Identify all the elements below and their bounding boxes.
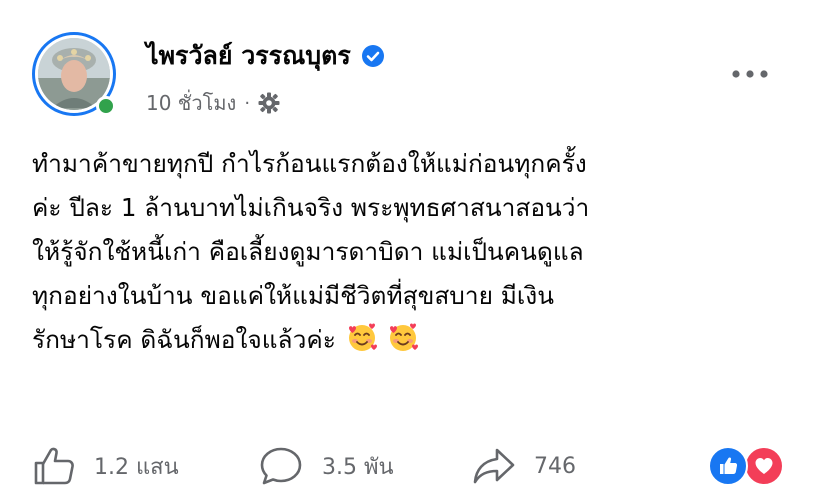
share-count: 746: [534, 453, 576, 479]
comment-button[interactable]: 3.5 พัน: [258, 438, 394, 494]
comment-count: 3.5 พัน: [322, 454, 394, 480]
reaction-summary[interactable]: [708, 446, 798, 486]
post-text-line: ทำมาค้าขายทุกปี กำไรก้อนแรกต้องให้แม่ก่อ…: [32, 149, 587, 178]
like-count: 1.2 แสน: [94, 454, 179, 480]
more-options-button[interactable]: [728, 58, 772, 90]
love-reaction-icon: [744, 446, 784, 486]
post-text-line: ค่ะ ปีละ 1 ล้านบาทไม่เกินจริง พระพุทธศาส…: [32, 193, 590, 222]
like-button[interactable]: 1.2 แสน: [32, 438, 179, 494]
online-status-dot: [96, 96, 116, 116]
post-card: ไพรวัลย์ วรรณบุตร 10 ชั่วโมง · ทำมาค้าขา…: [0, 0, 820, 504]
share-arrow-icon: [473, 448, 515, 484]
author-name[interactable]: ไพรวัลย์ วรรณบุตร: [146, 36, 351, 76]
post-text-line: ทุกอย่างในบ้าน ขอแค่ให้แม่มีชีวิตที่สุขส…: [32, 281, 554, 310]
author-avatar[interactable]: [32, 32, 124, 124]
post-text-line-last: รักษาโรค ดิฉันก็พอใจแล้วค่ะ: [32, 318, 802, 362]
share-button[interactable]: 746: [472, 438, 576, 494]
post-header: ไพรวัลย์ วรรณบุตร 10 ชั่วโมง ·: [0, 0, 820, 130]
post-text-line: ให้รู้จักใช้หนี้เก่า คือเลี้ยงดูมารดาบิด…: [32, 237, 584, 266]
post-text-line: รักษาโรค ดิฉันก็พอใจแล้วค่ะ: [32, 325, 336, 354]
like-reaction-icon: [708, 446, 748, 486]
author-row: ไพรวัลย์ วรรณบุตร: [146, 36, 385, 76]
ellipsis-icon: [732, 70, 768, 78]
post-timestamp[interactable]: 10 ชั่วโมง: [146, 87, 236, 119]
meta-separator: ·: [244, 92, 251, 114]
comment-bubble-icon: [260, 447, 302, 485]
smiling-face-with-hearts-icon: [387, 322, 419, 354]
smiling-face-with-hearts-icon: [346, 322, 378, 354]
thumbs-up-icon: [34, 447, 74, 485]
post-actions-bar: 1.2 แสน 3.5 พัน 746: [0, 438, 820, 494]
post-body: ทำมาค้าขายทุกปี กำไรก้อนแรกต้องให้แม่ก่อ…: [32, 142, 802, 362]
verified-badge-icon: [361, 44, 385, 68]
post-meta: 10 ชั่วโมง ·: [146, 86, 280, 120]
gear-icon[interactable]: [258, 92, 280, 114]
